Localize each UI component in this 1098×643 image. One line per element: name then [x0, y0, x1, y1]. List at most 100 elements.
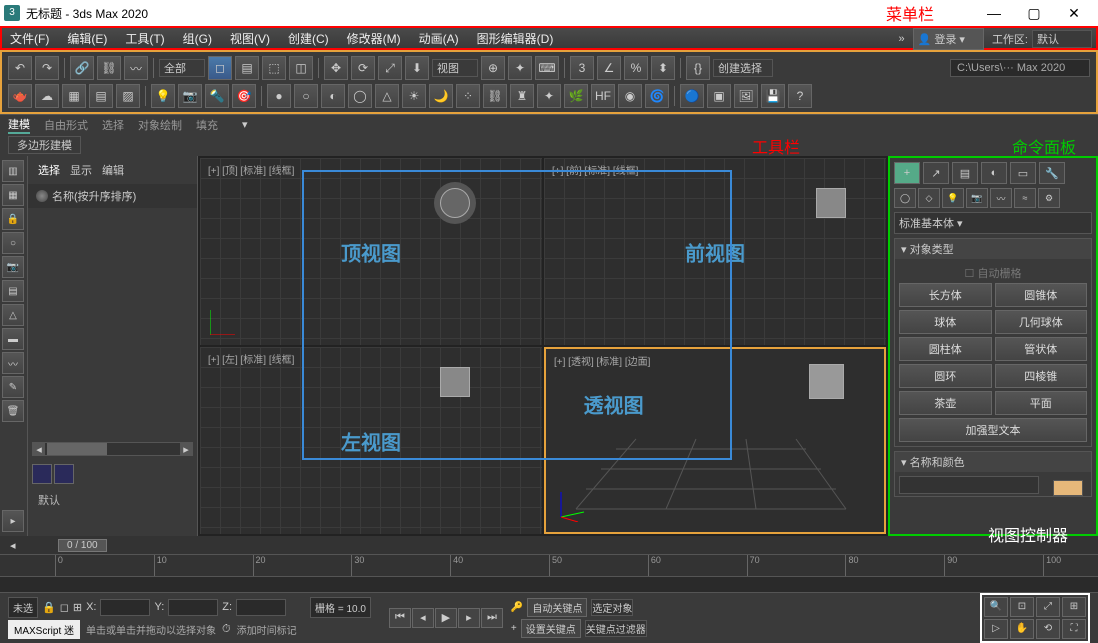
rotate-button[interactable]: ⟳ — [351, 56, 375, 80]
manipulate-button[interactable]: ✦ — [508, 56, 532, 80]
prim-cylinder[interactable]: 圆柱体 — [899, 337, 992, 361]
tab-populate[interactable]: 填充 — [196, 117, 218, 133]
set-key-button[interactable]: 设置关键点 — [521, 619, 581, 638]
viewport-top[interactable]: [+] [顶] [标准] [线框] 顶视图 — [200, 158, 542, 345]
goto-end-button[interactable]: ⏭ — [481, 608, 503, 628]
thumb-2[interactable] — [54, 464, 74, 484]
autogrid-checkbox[interactable]: ☐ 自动栅格 — [899, 263, 1087, 283]
select-region-button[interactable]: ⬚ — [262, 56, 286, 80]
chevron-icon[interactable]: » — [898, 33, 904, 45]
texture-icon[interactable]: ◉ — [618, 84, 642, 108]
scene-scrollbar[interactable]: ◂ ▸ — [32, 442, 193, 456]
prim-geosphere[interactable]: 几何球体 — [995, 310, 1088, 334]
prim-pyramid[interactable]: 四棱锥 — [995, 364, 1088, 388]
vp-top-label[interactable]: [+] [顶] [标准] [线框] — [208, 162, 294, 177]
tab-modeling[interactable]: 建模 — [8, 116, 30, 134]
x-input[interactable] — [100, 599, 150, 616]
scene-tab-select[interactable]: 选择 — [38, 162, 60, 178]
marker-icon[interactable]: ✎ — [2, 376, 24, 398]
round-icon[interactable]: ○ — [2, 232, 24, 254]
scale-button[interactable]: ⤢ — [378, 56, 402, 80]
isolate-icon[interactable]: ◻ — [60, 601, 69, 614]
y-input[interactable] — [168, 599, 218, 616]
particles-icon[interactable]: ⁘ — [456, 84, 480, 108]
minimize-button[interactable]: — — [974, 1, 1014, 25]
sun-icon[interactable]: ☀ — [402, 84, 426, 108]
light-omni-icon[interactable]: 💡 — [151, 84, 175, 108]
project-path[interactable]: C:\Users\··· Max 2020 — [950, 59, 1090, 77]
render-icon[interactable]: 🖼 — [734, 84, 758, 108]
bind-button[interactable]: 〰 — [124, 56, 148, 80]
prim-cone[interactable]: 圆锥体 — [995, 283, 1088, 307]
light-spot-icon[interactable]: 🔦 — [205, 84, 229, 108]
zoom-all-icon[interactable]: ⊡ — [1010, 597, 1034, 617]
lock-sel-icon[interactable]: 🔒 — [42, 601, 56, 614]
undo-button[interactable]: ↶ — [8, 56, 32, 80]
object-type-header[interactable]: ▾ 对象类型 — [895, 239, 1091, 259]
tower-icon[interactable]: ♜ — [510, 84, 534, 108]
prim-tube[interactable]: 管状体 — [995, 337, 1088, 361]
menu-edit[interactable]: 编辑(E) — [67, 30, 107, 47]
set-key-icon[interactable]: + — [511, 623, 517, 634]
cone-icon[interactable]: △ — [375, 84, 399, 108]
key-target-select[interactable]: 选定对象 — [591, 599, 633, 616]
ref-coord-combo[interactable]: 视图 — [432, 59, 478, 77]
menu-animation[interactable]: 动画(A) — [419, 30, 459, 47]
workspace-selector[interactable]: 默认 — [1032, 30, 1092, 48]
scene-tab-edit[interactable]: 编辑 — [102, 162, 124, 178]
scene-default-label[interactable]: 默认 — [28, 488, 197, 512]
wave-icon[interactable]: 〰 — [2, 352, 24, 374]
utilities-tab-icon[interactable]: 🔧 — [1039, 162, 1065, 184]
vp-front-label[interactable]: [+] [前] [标准] [线框] — [552, 162, 638, 177]
tab-select[interactable]: 选择 — [102, 117, 124, 133]
prev-frame-button[interactable]: ◂ — [412, 608, 434, 628]
swirl-icon[interactable]: 🌀 — [645, 84, 669, 108]
link-chain-icon[interactable]: ⛓ — [483, 84, 507, 108]
ribbon-expand-icon[interactable]: ▾ — [242, 118, 248, 131]
teapot-icon[interactable]: 🫖 — [8, 84, 32, 108]
sub-cameras-icon[interactable]: 📷 — [966, 188, 988, 208]
link-button[interactable]: 🔗 — [70, 56, 94, 80]
maximize-viewport-icon[interactable]: ⛶ — [1062, 619, 1086, 639]
pivot-button[interactable]: ⊕ — [481, 56, 505, 80]
batch-render-icon[interactable]: ▨ — [116, 84, 140, 108]
unlink-button[interactable]: ⛓ — [97, 56, 121, 80]
percent-snap-button[interactable]: % — [624, 56, 648, 80]
time-tag-icon[interactable]: ⏱ — [222, 623, 231, 636]
tab-freeform[interactable]: 自由形式 — [44, 117, 88, 133]
maxscript-listener[interactable]: MAXScript 迷 — [8, 620, 80, 639]
cam-icon[interactable]: 📷 — [2, 256, 24, 278]
next-frame-button[interactable]: ▸ — [458, 608, 480, 628]
geom-icon[interactable]: △ — [2, 304, 24, 326]
goto-start-button[interactable]: ⏮ — [389, 608, 411, 628]
scroll-left-arrow[interactable]: ◂ — [33, 443, 45, 455]
material-editor-icon[interactable]: ▣ — [707, 84, 731, 108]
torus-icon[interactable]: ◯ — [348, 84, 372, 108]
close-button[interactable]: ✕ — [1054, 1, 1094, 25]
auto-key-button[interactable]: 自动关键点 — [527, 598, 587, 617]
sub-helpers-icon[interactable]: 〰 — [990, 188, 1012, 208]
menu-modifier[interactable]: 修改器(M) — [347, 30, 401, 47]
scroll-thumb[interactable] — [47, 443, 107, 455]
object-name-input[interactable] — [899, 476, 1039, 494]
display-tab-icon[interactable]: ▭ — [1010, 162, 1036, 184]
angle-snap-button[interactable]: ∠ — [597, 56, 621, 80]
name-color-header[interactable]: ▾ 名称和颜色 — [895, 452, 1091, 472]
key-mode-icon[interactable]: 🔑 — [511, 602, 523, 613]
move-button[interactable]: ✥ — [324, 56, 348, 80]
prim-textplus[interactable]: 加强型文本 — [899, 418, 1087, 442]
placement-button[interactable]: ⬇ — [405, 56, 429, 80]
prim-box[interactable]: 长方体 — [899, 283, 992, 307]
prim-torus[interactable]: 圆环 — [899, 364, 992, 388]
modify-tab-icon[interactable]: ↗ — [923, 162, 949, 184]
light-target-icon[interactable]: 🎯 — [232, 84, 256, 108]
sphere-shaded-icon[interactable]: ◐ — [321, 84, 345, 108]
trash-icon[interactable]: 🗑 — [2, 400, 24, 422]
render-frame-icon[interactable]: ▤ — [89, 84, 113, 108]
pan-icon[interactable]: ✋ — [1010, 619, 1034, 639]
sub-spacewarps-icon[interactable]: ≈ — [1014, 188, 1036, 208]
named-sel-combo[interactable]: 创建选择 — [713, 59, 773, 77]
select-object-button[interactable]: ◻ — [208, 56, 232, 80]
tab-object-paint[interactable]: 对象绘制 — [138, 117, 182, 133]
time-slider[interactable]: 0 / 100 — [58, 539, 107, 552]
